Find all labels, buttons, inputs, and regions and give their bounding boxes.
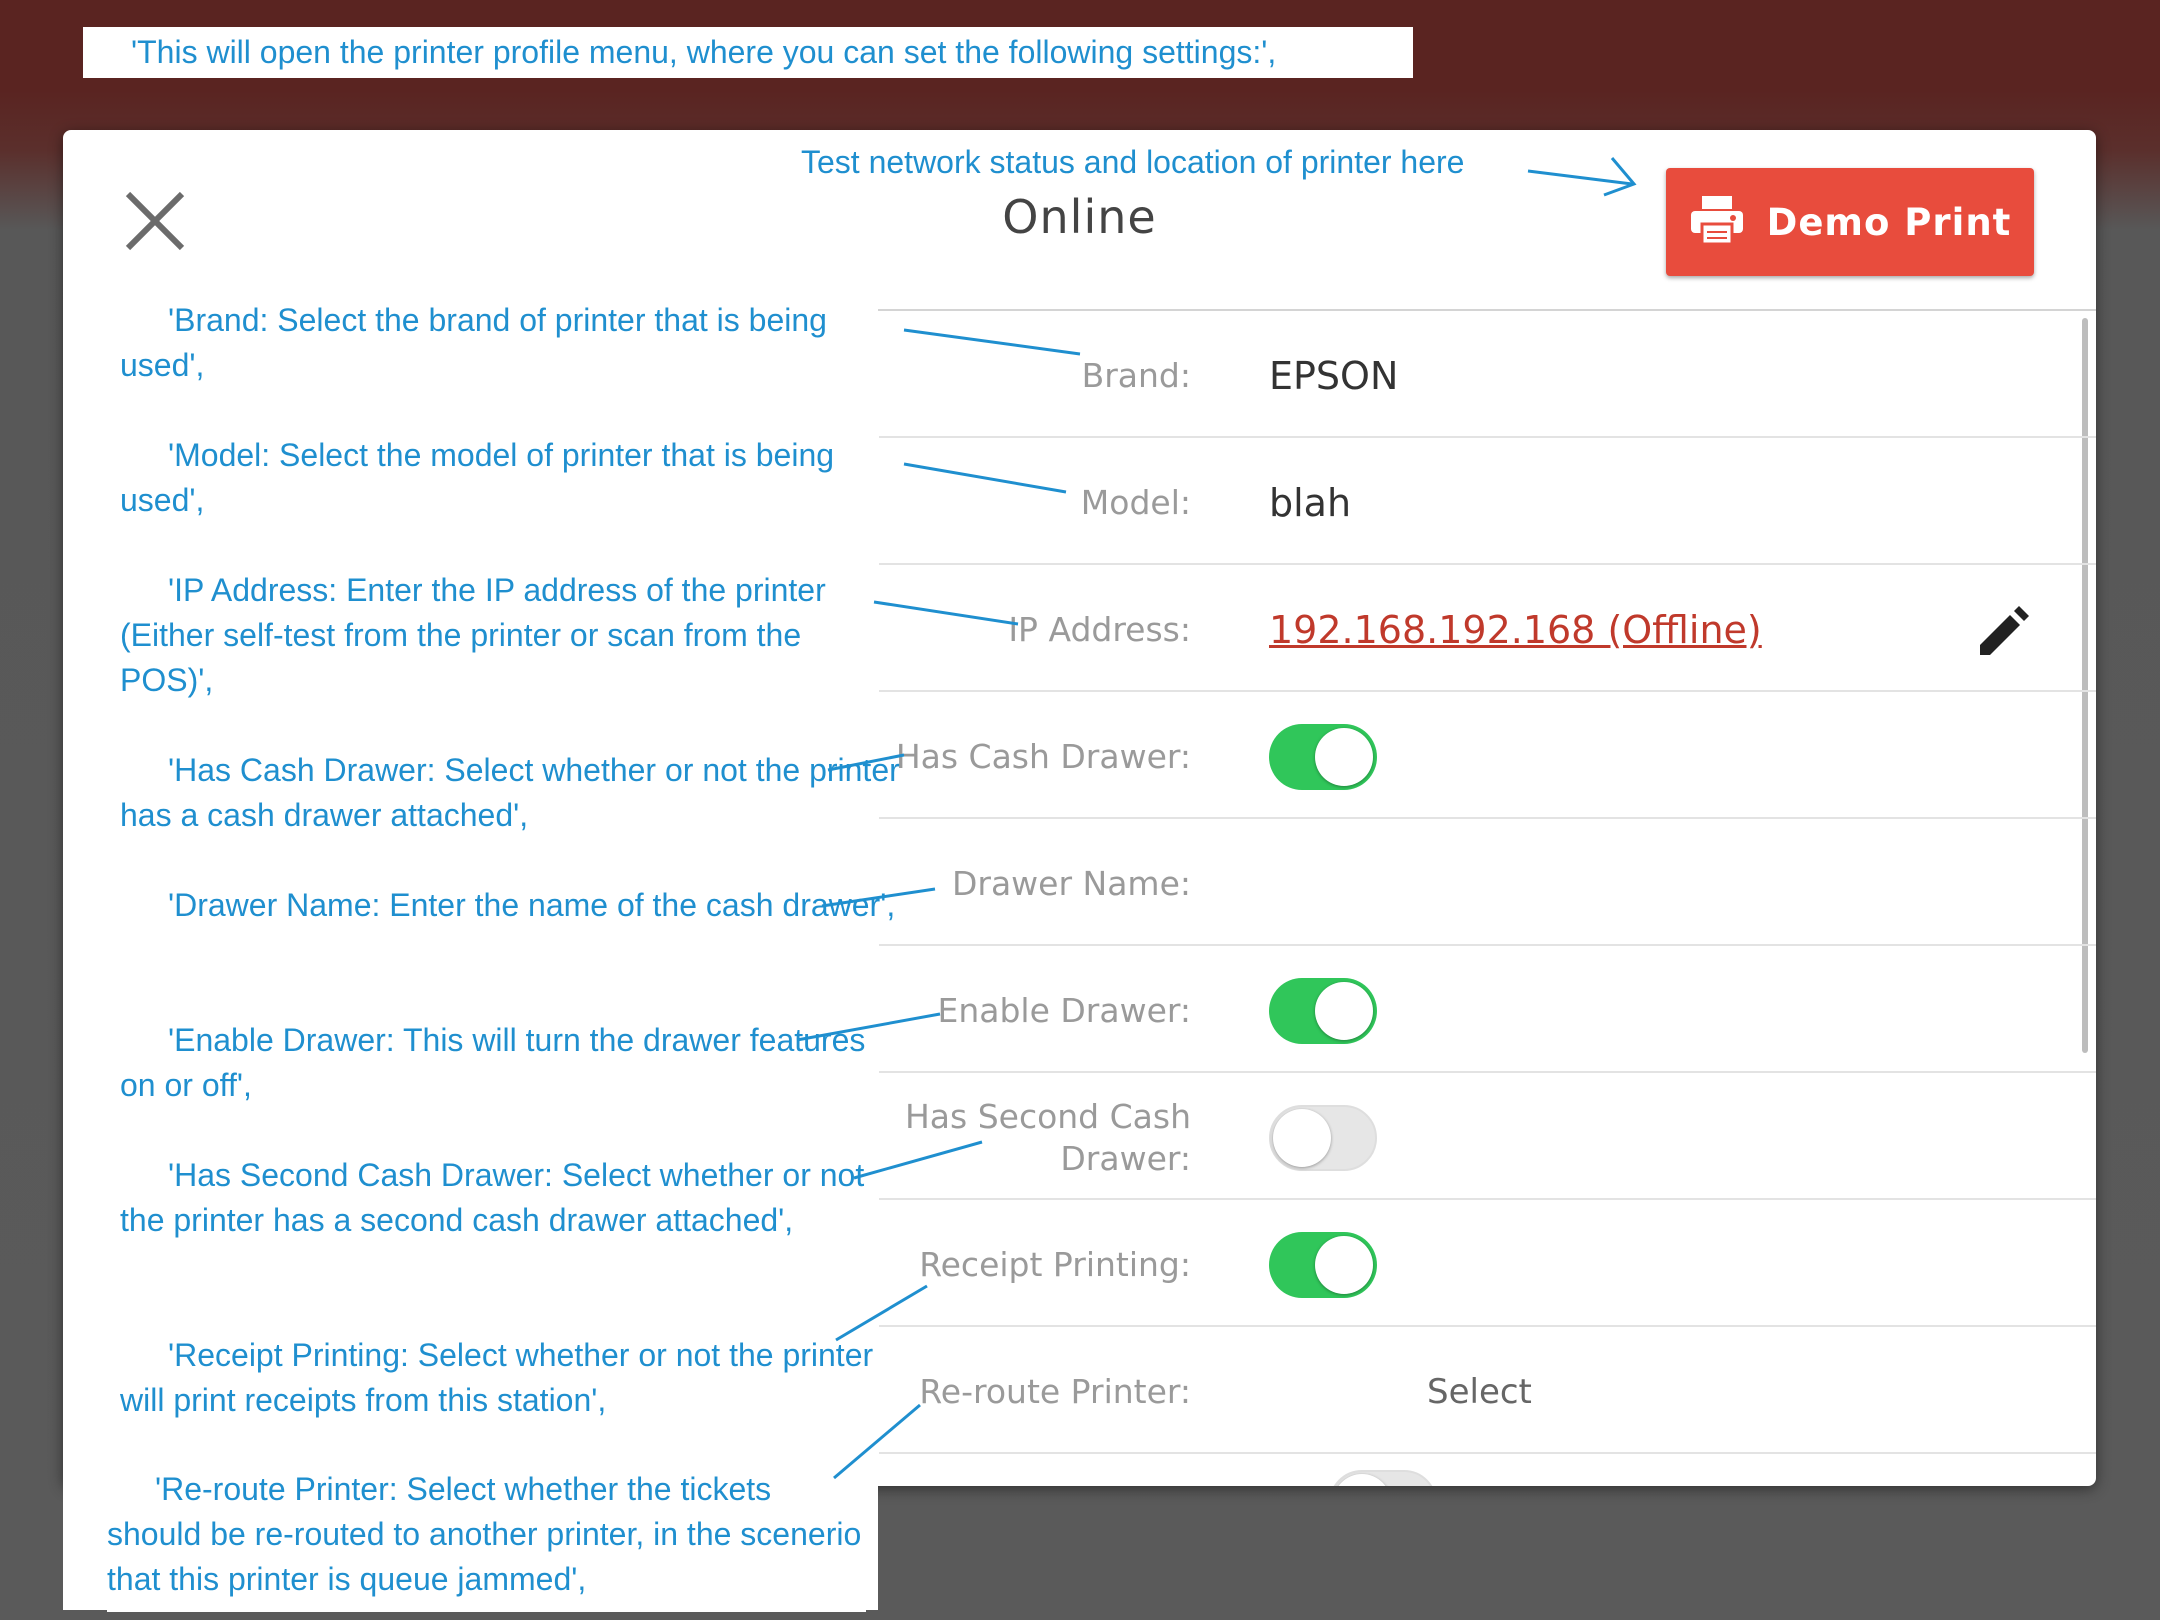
toggle-knob — [1315, 728, 1373, 786]
model-row[interactable]: Model: blah — [879, 440, 2096, 565]
note-enable-drawer: 'Enable Drawer: This will turn the drawe… — [120, 1022, 866, 1103]
toggle-knob — [1315, 982, 1373, 1040]
reroute-printer-row: Re-route Printer: Select — [879, 1329, 2096, 1454]
toggle-knob — [1273, 1109, 1331, 1167]
receipt-printing-row: Receipt Printing: — [879, 1202, 2096, 1327]
reroute-printer-select[interactable]: Select — [1427, 1329, 1532, 1454]
ip-address-label: IP Address: — [1008, 609, 1191, 649]
has-cash-drawer-toggle[interactable] — [1269, 724, 1377, 790]
reroute-printer-label: Re-route Printer: — [919, 1371, 1191, 1411]
note-drawer-name: 'Drawer Name: Enter the name of the cash… — [168, 887, 896, 923]
demo-print-button[interactable]: Demo Print — [1666, 168, 2034, 276]
brand-value[interactable]: EPSON — [1269, 313, 1398, 438]
enable-drawer-label: Enable Drawer: — [937, 990, 1192, 1030]
brand-label: Brand: — [1081, 355, 1191, 395]
next-row-toggle-partial[interactable] — [1329, 1470, 1437, 1486]
drawer-name-label: Drawer Name: — [951, 863, 1191, 903]
has-second-cash-drawer-row: Has Second Cash Drawer: — [879, 1075, 2096, 1200]
enable-drawer-toggle[interactable] — [1269, 978, 1377, 1044]
has-second-cash-drawer-label: Has Second Cash Drawer: — [904, 1096, 1191, 1178]
toggle-knob — [1333, 1474, 1391, 1486]
annotation-panel: 'Brand: Select the brand of printer that… — [63, 298, 900, 1610]
intro-annotation: 'This will open the printer profile menu… — [83, 27, 1413, 78]
brand-row[interactable]: Brand: EPSON — [879, 313, 2096, 438]
note-reroute-printer: 'Re-route Printer: Select whether the ti… — [107, 1467, 866, 1612]
model-value[interactable]: blah — [1269, 440, 1351, 565]
printer-icon — [1689, 194, 1745, 250]
note-ip-address: 'IP Address: Enter the IP address of the… — [120, 572, 826, 698]
pencil-edit-icon[interactable] — [1972, 597, 2036, 661]
ip-address-row: IP Address: 192.168.192.168 (Offline) — [879, 567, 2096, 692]
enable-drawer-row: Enable Drawer: — [879, 948, 2096, 1073]
has-cash-drawer-label: Has Cash Drawer: — [895, 736, 1191, 776]
model-label: Model: — [1080, 482, 1191, 522]
ip-address-link[interactable]: 192.168.192.168 (Offline) — [1269, 567, 1762, 692]
note-has-second-cash-drawer: 'Has Second Cash Drawer: Select whether … — [120, 1157, 865, 1238]
toggle-knob — [1315, 1236, 1373, 1294]
drawer-name-row[interactable]: Drawer Name: — [879, 821, 2096, 946]
has-second-cash-drawer-toggle[interactable] — [1269, 1105, 1377, 1171]
has-cash-drawer-row: Has Cash Drawer: — [879, 694, 2096, 819]
note-has-cash-drawer: 'Has Cash Drawer: Select whether or not … — [120, 752, 900, 833]
header-annotation: Test network status and location of prin… — [801, 144, 1465, 180]
note-model: 'Model: Select the model of printer that… — [120, 437, 835, 518]
note-brand: 'Brand: Select the brand of printer that… — [120, 302, 827, 383]
note-receipt-printing: 'Receipt Printing: Select whether or not… — [120, 1337, 874, 1418]
demo-print-label: Demo Print — [1766, 200, 2012, 244]
receipt-printing-label: Receipt Printing: — [919, 1244, 1191, 1284]
receipt-printing-toggle[interactable] — [1269, 1232, 1377, 1298]
